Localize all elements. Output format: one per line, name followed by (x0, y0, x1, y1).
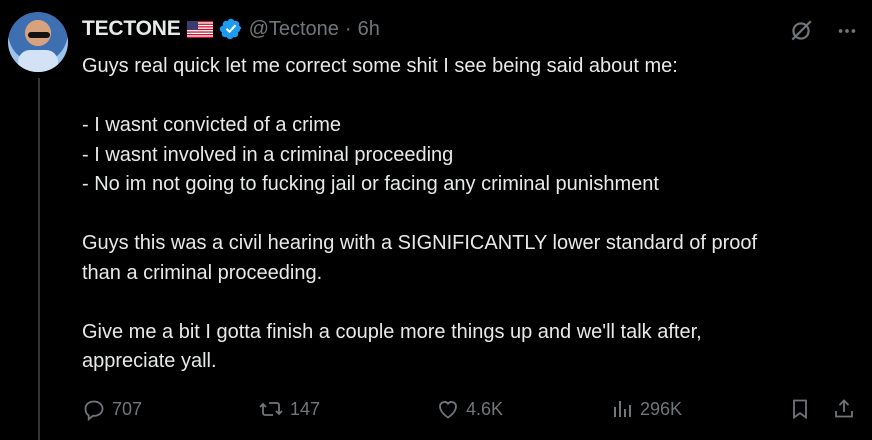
tweet-text: Guys real quick let me correct some shit… (82, 52, 862, 377)
us-flag-icon (186, 20, 213, 38)
tweet-header: TECTONE @Tectone · 6h (82, 14, 380, 44)
tweet-line: - I wasnt involved in a criminal proceed… (82, 143, 454, 166)
verified-badge-icon[interactable] (219, 17, 243, 41)
repost-icon (258, 397, 284, 421)
display-name[interactable]: TECTONE (82, 17, 181, 41)
avatar-column (8, 12, 72, 72)
tweet-line: Guys real quick let me correct some shit… (82, 55, 678, 77)
tweet-line: Guys this was a civil hearing with a SIG… (82, 232, 758, 254)
bookmark-button[interactable] (788, 397, 812, 421)
tweet-line: appreciate yall. (82, 350, 217, 372)
share-button[interactable] (832, 397, 856, 421)
tweet-line: - I wasnt convicted of a crime (82, 114, 341, 136)
heart-icon (436, 397, 460, 421)
grok-icon[interactable] (788, 18, 814, 44)
views-button[interactable]: 296K (610, 397, 682, 421)
repost-count: 147 (290, 398, 321, 419)
like-count: 4.6K (466, 398, 504, 419)
reply-count: 707 (112, 398, 143, 419)
thread-line (38, 78, 40, 440)
tweet-top-actions (788, 18, 858, 44)
more-options-icon[interactable] (836, 20, 858, 42)
tweet-line: Give me a bit I gotta finish a couple mo… (82, 320, 702, 343)
separator-dot: · (344, 17, 352, 40)
repost-button[interactable]: 147 (258, 397, 320, 421)
avatar[interactable] (8, 12, 68, 72)
tweet-line: - No im not going to fucking jail or fac… (82, 173, 659, 195)
handle[interactable]: @Tectone (249, 18, 339, 41)
timestamp[interactable]: 6h (358, 18, 380, 41)
reply-button[interactable]: 707 (82, 397, 142, 421)
reply-icon (82, 397, 106, 421)
tweet-line: than a criminal proceeding. (82, 261, 323, 284)
views-count: 296K (640, 398, 683, 419)
tweet-actions: 707 147 4.6K 296K (80, 397, 860, 427)
share-icon (832, 397, 856, 421)
views-icon (610, 397, 634, 421)
bookmark-icon (788, 397, 812, 421)
like-button[interactable]: 4.6K (436, 397, 503, 421)
